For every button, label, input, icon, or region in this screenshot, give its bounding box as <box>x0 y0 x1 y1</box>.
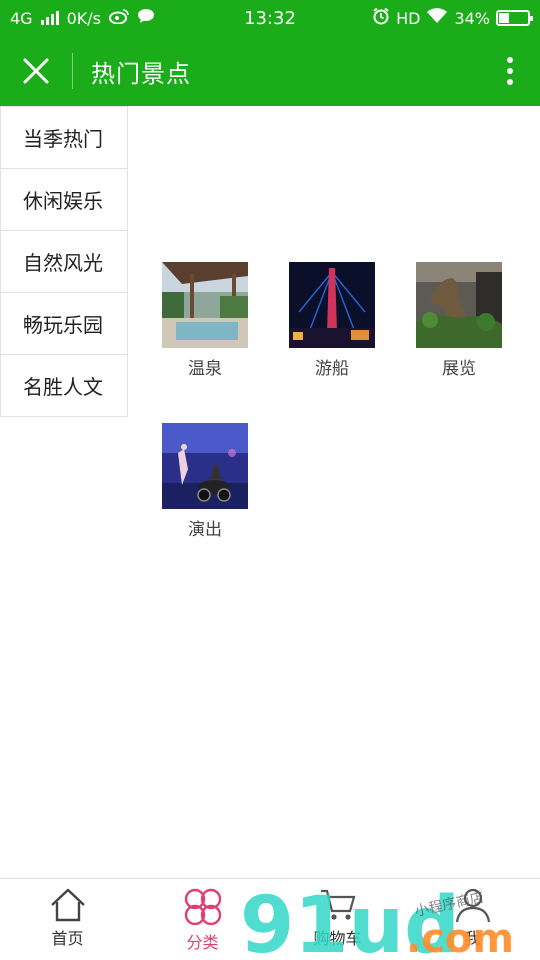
more-menu-button[interactable] <box>480 36 540 106</box>
category-sidebar: 当季热门 休闲娱乐 自然风光 畅玩乐园 名胜人文 <box>0 106 128 417</box>
title-bar: 热门景点 <box>0 36 540 106</box>
network-type: 4G <box>10 8 33 28</box>
sidebar-item-seasonal[interactable]: 当季热门 <box>0 106 128 169</box>
close-button[interactable] <box>0 36 72 106</box>
sidebar-item-leisure[interactable]: 休闲娱乐 <box>0 169 128 231</box>
tile-exhibition[interactable]: 展览 <box>416 262 502 379</box>
network-speed: 0K/s <box>66 8 101 28</box>
hot-spring-image <box>162 262 248 348</box>
sidebar-item-nature[interactable]: 自然风光 <box>0 231 128 293</box>
sidebar-item-label: 名胜人文 <box>23 375 103 399</box>
tile-label: 展览 <box>442 359 476 379</box>
cruise-image <box>289 262 375 348</box>
tab-category[interactable]: 分类 <box>135 879 270 960</box>
user-icon <box>455 888 490 923</box>
sidebar-item-parks[interactable]: 畅玩乐园 <box>0 293 128 355</box>
wifi-icon <box>426 8 448 28</box>
more-dot <box>507 57 513 63</box>
tile-label: 演出 <box>188 520 222 540</box>
tab-label: 首页 <box>51 929 84 948</box>
battery-percent: 34% <box>454 8 490 28</box>
status-bar: 4G 0K/s 13:32 HD 34% <box>0 0 540 36</box>
tab-label: 我 <box>464 929 481 948</box>
close-icon <box>23 58 49 84</box>
more-dot <box>507 79 513 85</box>
sidebar-item-label: 自然风光 <box>23 251 103 275</box>
tile-performance[interactable]: 演出 <box>162 423 248 540</box>
bottom-tab-bar: 首页 分类 购物车 我 <box>0 878 540 960</box>
page-title: 热门景点 <box>91 59 191 88</box>
home-icon <box>50 888 85 922</box>
tile-hot-spring[interactable]: 温泉 <box>162 262 248 379</box>
sidebar-item-label: 当季热门 <box>23 127 103 151</box>
sidebar-item-heritage[interactable]: 名胜人文 <box>0 355 128 417</box>
sidebar-item-label: 休闲娱乐 <box>23 189 103 213</box>
tile-label: 游船 <box>315 359 349 379</box>
sidebar-item-label: 畅玩乐园 <box>23 313 103 337</box>
exhibition-image <box>416 262 502 348</box>
weibo-icon <box>108 8 129 28</box>
tile-cruise[interactable]: 游船 <box>289 262 375 379</box>
cart-icon <box>320 889 355 920</box>
tab-label: 分类 <box>186 933 219 952</box>
clock: 13:32 <box>244 7 296 29</box>
performance-image <box>162 423 248 509</box>
alarm-icon <box>372 7 390 29</box>
message-icon <box>137 8 155 28</box>
tab-label: 购物车 <box>313 929 362 948</box>
category-icon <box>184 888 221 926</box>
tab-me[interactable]: 我 <box>405 879 540 960</box>
battery-icon <box>496 10 533 26</box>
tab-home[interactable]: 首页 <box>0 879 135 960</box>
tab-cart[interactable]: 购物车 <box>270 879 405 960</box>
signal-icon <box>40 11 59 25</box>
more-dot <box>507 68 513 74</box>
hd-indicator: HD <box>396 8 421 28</box>
tile-label: 温泉 <box>188 359 222 379</box>
